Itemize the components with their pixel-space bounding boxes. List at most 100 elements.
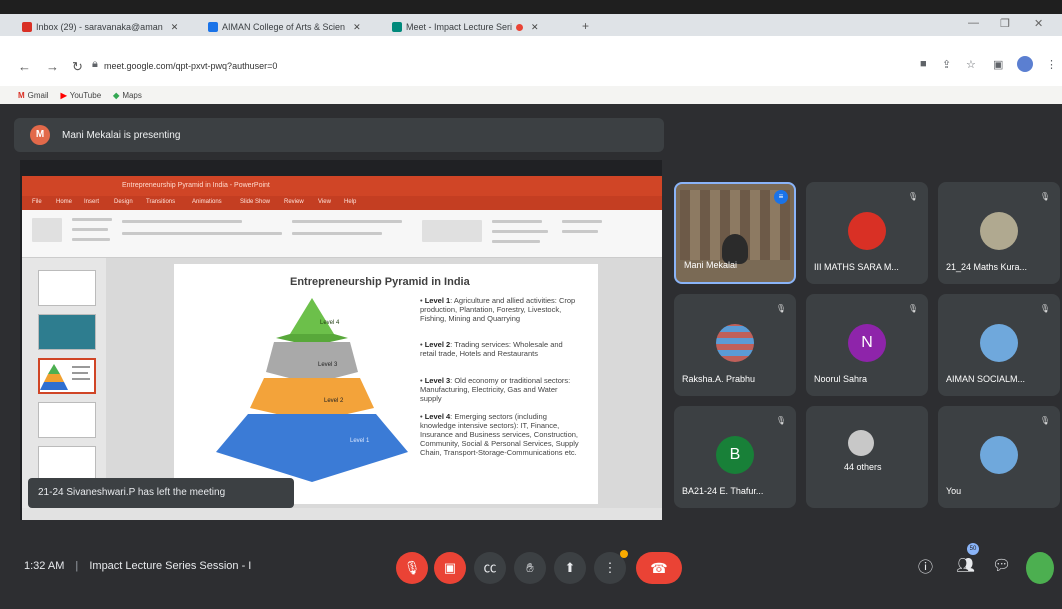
slide-thumbnail[interactable]: [38, 270, 96, 306]
slide-title: Entrepreneurship Pyramid in India: [290, 276, 470, 288]
slide-bullet: • Level 1: Agriculture and allied activi…: [420, 296, 576, 323]
toast-text: 21-24 Sivaneshwari.P has left the meetin…: [38, 487, 226, 498]
ppt-menu-item[interactable]: Review: [284, 199, 304, 205]
tab-search-icon[interactable]: ▣: [993, 58, 1003, 71]
mic-off-icon: 🎙︎: [1039, 304, 1050, 313]
raise-hand-button[interactable]: ✋︎: [514, 552, 546, 584]
menu-dots-icon[interactable]: ⋮: [1046, 58, 1057, 71]
self-avatar: [980, 436, 1018, 474]
ppt-menu-item[interactable]: Help: [344, 199, 356, 205]
screen: { "browser": { "tabs": [ {"label": "Inbo…: [0, 0, 1062, 609]
forward-arrow-icon[interactable]: →: [46, 59, 59, 74]
camera-icon[interactable]: ■: [920, 58, 927, 70]
mic-off-icon: 🎙︎: [775, 416, 786, 425]
new-tab-button[interactable]: +: [582, 19, 589, 33]
slide-thumbnail[interactable]: [38, 402, 96, 438]
participant-avatar: [716, 324, 754, 362]
activities-icon[interactable]: [1026, 552, 1054, 584]
ppt-window-title: Entrepreneurship Pyramid in India - Powe…: [122, 182, 270, 189]
self-tile[interactable]: 🎙︎ You: [938, 406, 1060, 508]
participant-tile-presenter[interactable]: ≡ Mani Mekalai: [674, 182, 796, 284]
tab-label: AIMAN College of Arts & Scien: [222, 22, 346, 32]
ppt-menu-item[interactable]: Animations: [192, 199, 222, 205]
participant-tile[interactable]: 🎙︎ N Noorul Sahra: [806, 294, 928, 396]
participant-name: You: [946, 486, 962, 496]
site-icon: [208, 22, 218, 32]
camera-toggle-button[interactable]: ▣: [434, 552, 466, 584]
window-close-icon[interactable]: ✕: [1034, 17, 1043, 30]
browser-tab-meet[interactable]: Meet - Impact Lecture Seri ✕: [392, 18, 572, 36]
back-arrow-icon[interactable]: ←: [18, 59, 31, 74]
slide-bullet: • Level 3: Old economy or traditional se…: [420, 376, 571, 403]
others-tile[interactable]: 44 others: [806, 406, 928, 508]
bookmark-maps[interactable]: ◆ Maps: [113, 91, 142, 100]
captions-button[interactable]: ㏄: [474, 552, 506, 584]
bookmark-youtube[interactable]: ▶ YouTube: [61, 91, 102, 100]
bookmark-gmail[interactable]: M Gmail: [18, 91, 49, 100]
slide-bullet: • Level 4: Emerging sectors (including k…: [420, 412, 579, 457]
participant-tile[interactable]: 🎙︎ B BA21-24 E. Thafur...: [674, 406, 796, 508]
url-field[interactable]: meet.google.com/qpt-pxvt-pwq?authuser=0: [104, 61, 277, 71]
slide-thumbnail[interactable]: [38, 446, 96, 482]
participant-name: Noorul Sahra: [814, 374, 868, 384]
participant-count-badge: 50: [967, 543, 979, 555]
participant-name: Mani Mekalai: [684, 260, 738, 270]
presenting-text: Mani Mekalai is presenting: [62, 130, 181, 141]
share-icon[interactable]: ⇪: [942, 58, 951, 71]
star-icon[interactable]: ☆: [966, 58, 976, 71]
presenter-avatar: M: [30, 125, 50, 145]
participant-name: 21_24 Maths Kura...: [946, 262, 1028, 272]
reload-icon[interactable]: ↻: [72, 59, 83, 75]
participant-name: Raksha.A. Prabhu: [682, 374, 756, 384]
lock-icon[interactable]: 🔒︎: [92, 58, 98, 71]
ppt-menu-bar: File Home Insert Design Transitions Anim…: [22, 196, 662, 210]
others-avatar: [848, 430, 874, 456]
mic-off-icon: 🎙︎: [907, 304, 918, 313]
ppt-menu-item[interactable]: File: [32, 199, 42, 205]
slide-thumbnail[interactable]: [38, 314, 96, 350]
minimize-icon[interactable]: —: [968, 17, 979, 29]
clock-time: 1:32 AM: [24, 560, 65, 572]
mic-off-icon: 🎙︎: [1039, 192, 1050, 201]
pyramid-level-1: [216, 414, 408, 482]
participant-tile[interactable]: 🎙︎ AIMAN SOCIALM...: [938, 294, 1060, 396]
separator: |: [75, 560, 79, 572]
speaking-indicator-icon: ≡: [774, 190, 788, 204]
close-icon[interactable]: ✕: [531, 22, 539, 33]
slide-bullet: • Level 2: Trading services: Wholesale a…: [420, 340, 563, 358]
maximize-icon[interactable]: ❐: [1000, 17, 1010, 30]
browser-tab-gmail[interactable]: Inbox (29) - saravanaka@aman ✕: [22, 18, 200, 36]
pyramid-label: Level 1: [350, 438, 370, 444]
ppt-menu-item[interactable]: Transitions: [146, 199, 175, 205]
chat-icon[interactable]: 💬︎: [992, 556, 1011, 574]
bookmarks-bar: M Gmail ▶ YouTube ◆ Maps: [18, 88, 142, 102]
maps-icon: ◆: [113, 90, 120, 100]
close-icon[interactable]: ✕: [171, 22, 179, 33]
people-icon[interactable]: 👥︎: [956, 556, 975, 574]
mic-toggle-button[interactable]: 🎙︎: [396, 552, 428, 584]
youtube-icon: ▶: [60, 90, 67, 100]
ppt-menu-item[interactable]: Insert: [84, 199, 99, 205]
participant-tile[interactable]: 🎙︎ III MATHS SARA M...: [806, 182, 928, 284]
browser-tab-college[interactable]: AIMAN College of Arts & Scien ✕: [208, 18, 384, 36]
ppt-menu-item[interactable]: View: [318, 199, 331, 205]
slide-thumbnail-selected[interactable]: [38, 358, 96, 394]
participant-avatar: [848, 212, 886, 250]
leave-call-button[interactable]: ☎︎: [636, 552, 682, 584]
pyramid-label: Level 3: [318, 362, 338, 368]
participant-tile[interactable]: 🎙︎ 21_24 Maths Kura...: [938, 182, 1060, 284]
ppt-menu-item[interactable]: Slide Show: [240, 199, 270, 205]
close-icon[interactable]: ✕: [353, 22, 361, 33]
profile-avatar[interactable]: [1017, 56, 1033, 72]
gmail-icon: [22, 22, 32, 32]
ppt-menu-item[interactable]: Design: [114, 199, 133, 205]
participant-name: BA21-24 E. Thafur...: [682, 486, 764, 496]
meeting-details-icon[interactable]: ⓘ: [918, 556, 933, 577]
participant-avatar: [980, 212, 1018, 250]
others-count: 44 others: [844, 462, 882, 472]
present-now-button[interactable]: ⬆: [554, 552, 586, 584]
participant-tile[interactable]: 🎙︎ Raksha.A. Prabhu: [674, 294, 796, 396]
ppt-ribbon: [22, 210, 662, 258]
notification-dot: [620, 550, 628, 558]
ppt-menu-item[interactable]: Home: [56, 199, 72, 205]
